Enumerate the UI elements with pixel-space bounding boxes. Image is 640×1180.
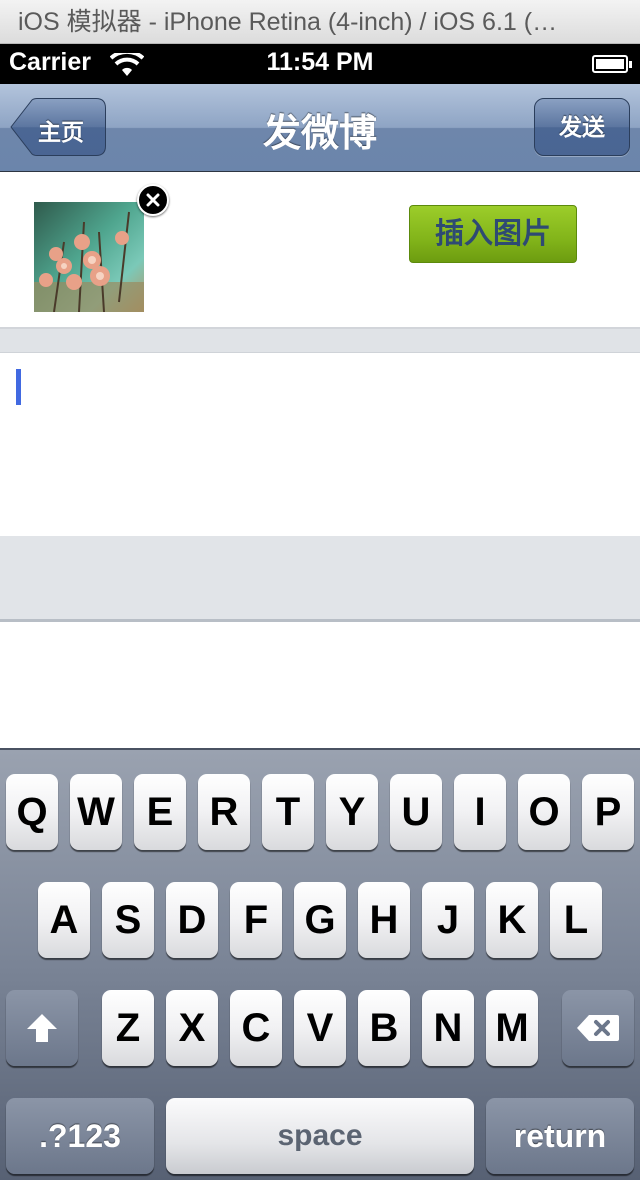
key-e[interactable]: E [134, 774, 186, 850]
blank-area [0, 622, 640, 748]
key-i[interactable]: I [454, 774, 506, 850]
space-key[interactable]: space [166, 1098, 474, 1174]
key-f[interactable]: F [230, 882, 282, 958]
key-n[interactable]: N [422, 990, 474, 1066]
backspace-icon [577, 1015, 619, 1041]
shift-arrow-icon [27, 1014, 57, 1042]
battery-icon [592, 55, 632, 73]
separator-band [0, 536, 640, 622]
image-attachment-area: 插入图片 [0, 172, 640, 327]
key-m[interactable]: M [486, 990, 538, 1066]
flower-photo [34, 202, 144, 312]
key-o[interactable]: O [518, 774, 570, 850]
key-r[interactable]: R [198, 774, 250, 850]
key-x[interactable]: X [166, 990, 218, 1066]
post-text-input[interactable] [0, 352, 640, 536]
key-z[interactable]: Z [102, 990, 154, 1066]
delete-key[interactable] [562, 990, 634, 1066]
key-h[interactable]: H [358, 882, 410, 958]
key-a[interactable]: A [38, 882, 90, 958]
keyboard: Q W E R T Y U I O P A S D F G H J K L Z … [0, 748, 640, 1180]
text-cursor [16, 369, 21, 405]
key-c[interactable]: C [230, 990, 282, 1066]
key-y[interactable]: Y [326, 774, 378, 850]
navigation-bar: 主页 发微博 发送 [0, 84, 640, 172]
key-q[interactable]: Q [6, 774, 58, 850]
key-s[interactable]: S [102, 882, 154, 958]
key-u[interactable]: U [390, 774, 442, 850]
status-time: 11:54 PM [266, 48, 374, 76]
simulator-title: iOS 模拟器 - iPhone Retina (4-inch) / iOS 6… [0, 0, 640, 44]
return-key[interactable]: return [486, 1098, 634, 1174]
key-t[interactable]: T [262, 774, 314, 850]
key-l[interactable]: L [550, 882, 602, 958]
key-d[interactable]: D [166, 882, 218, 958]
insert-image-button[interactable]: 插入图片 [409, 205, 577, 263]
numbers-key[interactable]: .?123 [6, 1098, 154, 1174]
section-divider [0, 327, 640, 352]
close-icon [146, 193, 160, 207]
attached-image-thumbnail[interactable] [34, 202, 144, 312]
status-bar: Carrier 11:54 PM [0, 44, 640, 84]
key-b[interactable]: B [358, 990, 410, 1066]
key-k[interactable]: K [486, 882, 538, 958]
key-j[interactable]: J [422, 882, 474, 958]
key-v[interactable]: V [294, 990, 346, 1066]
key-g[interactable]: G [294, 882, 346, 958]
shift-key[interactable] [6, 990, 78, 1066]
key-w[interactable]: W [70, 774, 122, 850]
send-button[interactable]: 发送 [534, 98, 630, 156]
remove-image-button[interactable] [137, 184, 169, 216]
key-p[interactable]: P [582, 774, 634, 850]
